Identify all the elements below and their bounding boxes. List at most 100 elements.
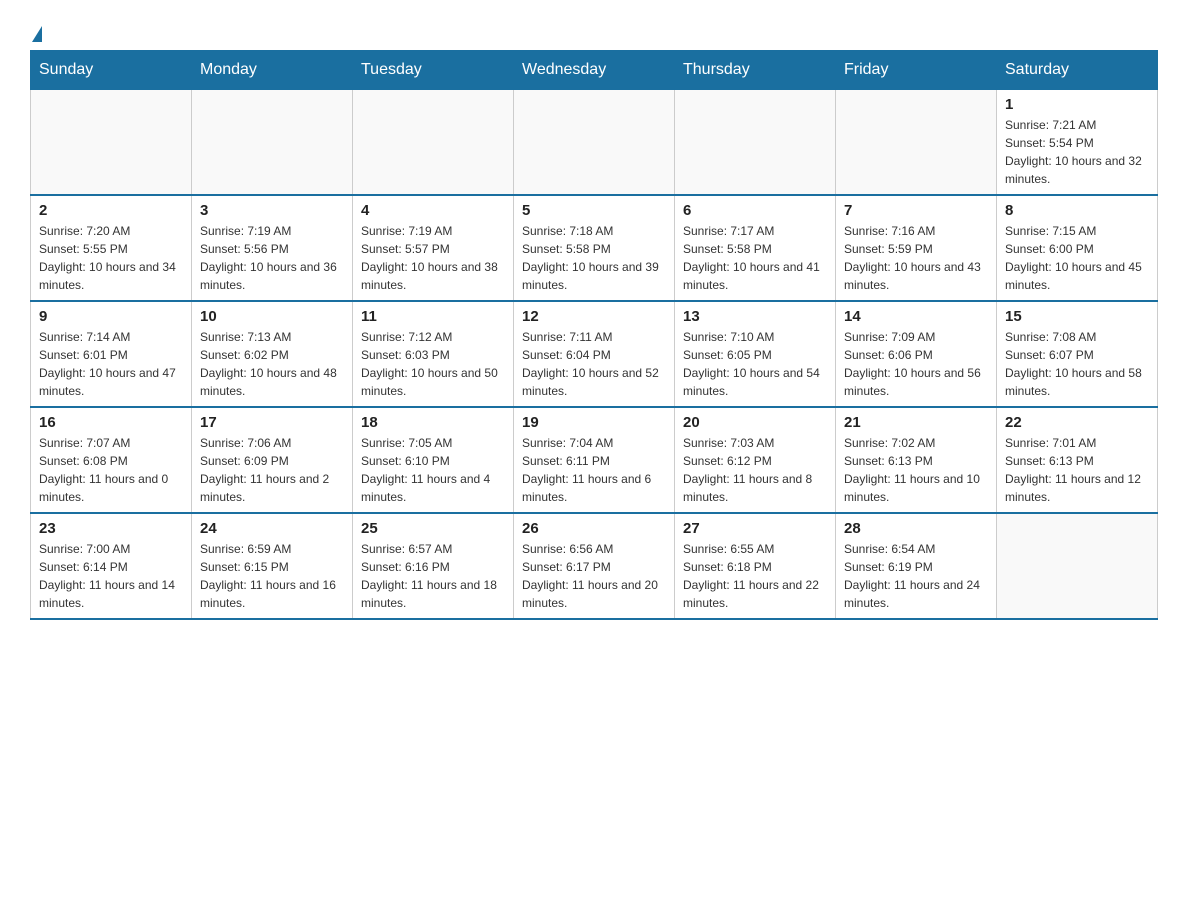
- calendar-cell: 17Sunrise: 7:06 AMSunset: 6:09 PMDayligh…: [192, 407, 353, 513]
- day-number: 3: [200, 202, 344, 219]
- weekday-header-row: SundayMondayTuesdayWednesdayThursdayFrid…: [31, 51, 1158, 90]
- calendar-cell: 25Sunrise: 6:57 AMSunset: 6:16 PMDayligh…: [353, 513, 514, 619]
- calendar-week-row: 1 Sunrise: 7:21 AMSunset: 5:54 PMDaylight…: [31, 90, 1158, 196]
- page-header: [30, 20, 1158, 40]
- calendar-cell: 9 Sunrise: 7:14 AMSunset: 6:01 PMDaylight…: [31, 301, 192, 407]
- calendar-cell: 14 Sunrise: 7:09 AMSunset: 6:06 PMDayligh…: [836, 301, 997, 407]
- header-wednesday: Wednesday: [514, 51, 675, 90]
- day-sun-info: Sunrise: 7:11 AMSunset: 6:04 PMDaylight:…: [522, 328, 666, 400]
- day-number: 5: [522, 202, 666, 219]
- calendar-week-row: 9 Sunrise: 7:14 AMSunset: 6:01 PMDaylight…: [31, 301, 1158, 407]
- calendar-cell: 2 Sunrise: 7:20 AMSunset: 5:55 PMDaylight…: [31, 195, 192, 301]
- calendar-cell: 20 Sunrise: 7:03 AMSunset: 6:12 PMDayligh…: [675, 407, 836, 513]
- calendar-week-row: 23 Sunrise: 7:00 AMSunset: 6:14 PMDayligh…: [31, 513, 1158, 619]
- day-sun-info: Sunrise: 7:17 AMSunset: 5:58 PMDaylight:…: [683, 222, 827, 294]
- day-sun-info: Sunrise: 7:13 AMSunset: 6:02 PMDaylight:…: [200, 328, 344, 400]
- calendar-cell: 6 Sunrise: 7:17 AMSunset: 5:58 PMDaylight…: [675, 195, 836, 301]
- day-sun-info: Sunrise: 7:15 AMSunset: 6:00 PMDaylight:…: [1005, 222, 1149, 294]
- day-number: 18: [361, 414, 505, 431]
- calendar-cell: 11Sunrise: 7:12 AMSunset: 6:03 PMDayligh…: [353, 301, 514, 407]
- day-sun-info: Sunrise: 7:12 AMSunset: 6:03 PMDaylight:…: [361, 328, 505, 400]
- day-sun-info: Sunrise: 7:08 AMSunset: 6:07 PMDaylight:…: [1005, 328, 1149, 400]
- day-sun-info: Sunrise: 6:54 AMSunset: 6:19 PMDaylight:…: [844, 540, 988, 612]
- day-number: 22: [1005, 414, 1149, 431]
- calendar-week-row: 2 Sunrise: 7:20 AMSunset: 5:55 PMDaylight…: [31, 195, 1158, 301]
- day-number: 14: [844, 308, 988, 325]
- calendar-week-row: 16 Sunrise: 7:07 AMSunset: 6:08 PMDayligh…: [31, 407, 1158, 513]
- day-sun-info: Sunrise: 7:14 AMSunset: 6:01 PMDaylight:…: [39, 328, 183, 400]
- logo: [30, 20, 42, 40]
- header-saturday: Saturday: [997, 51, 1158, 90]
- day-sun-info: Sunrise: 7:06 AMSunset: 6:09 PMDaylight:…: [200, 434, 344, 506]
- header-friday: Friday: [836, 51, 997, 90]
- calendar-cell: [31, 90, 192, 196]
- day-sun-info: Sunrise: 7:05 AMSunset: 6:10 PMDaylight:…: [361, 434, 505, 506]
- calendar-body: 1 Sunrise: 7:21 AMSunset: 5:54 PMDaylight…: [31, 90, 1158, 620]
- day-sun-info: Sunrise: 7:00 AMSunset: 6:14 PMDaylight:…: [39, 540, 183, 612]
- calendar-cell: 16 Sunrise: 7:07 AMSunset: 6:08 PMDayligh…: [31, 407, 192, 513]
- day-number: 24: [200, 520, 344, 537]
- day-sun-info: Sunrise: 7:03 AMSunset: 6:12 PMDaylight:…: [683, 434, 827, 506]
- calendar-cell: 26Sunrise: 6:56 AMSunset: 6:17 PMDayligh…: [514, 513, 675, 619]
- calendar-header: SundayMondayTuesdayWednesdayThursdayFrid…: [31, 51, 1158, 90]
- calendar-cell: 13 Sunrise: 7:10 AMSunset: 6:05 PMDayligh…: [675, 301, 836, 407]
- day-number: 21: [844, 414, 988, 431]
- calendar-table: SundayMondayTuesdayWednesdayThursdayFrid…: [30, 50, 1158, 620]
- day-sun-info: Sunrise: 7:10 AMSunset: 6:05 PMDaylight:…: [683, 328, 827, 400]
- calendar-cell: 24 Sunrise: 6:59 AMSunset: 6:15 PMDayligh…: [192, 513, 353, 619]
- calendar-cell: 4Sunrise: 7:19 AMSunset: 5:57 PMDaylight…: [353, 195, 514, 301]
- day-sun-info: Sunrise: 7:01 AMSunset: 6:13 PMDaylight:…: [1005, 434, 1149, 506]
- calendar-cell: 15 Sunrise: 7:08 AMSunset: 6:07 PMDayligh…: [997, 301, 1158, 407]
- day-sun-info: Sunrise: 7:02 AMSunset: 6:13 PMDaylight:…: [844, 434, 988, 506]
- header-monday: Monday: [192, 51, 353, 90]
- day-number: 4: [361, 202, 505, 219]
- day-sun-info: Sunrise: 7:07 AMSunset: 6:08 PMDaylight:…: [39, 434, 183, 506]
- day-sun-info: Sunrise: 7:16 AMSunset: 5:59 PMDaylight:…: [844, 222, 988, 294]
- calendar-cell: 8 Sunrise: 7:15 AMSunset: 6:00 PMDaylight…: [997, 195, 1158, 301]
- calendar-cell: 23 Sunrise: 7:00 AMSunset: 6:14 PMDayligh…: [31, 513, 192, 619]
- day-number: 10: [200, 308, 344, 325]
- day-number: 20: [683, 414, 827, 431]
- calendar-cell: 1 Sunrise: 7:21 AMSunset: 5:54 PMDaylight…: [997, 90, 1158, 196]
- day-number: 6: [683, 202, 827, 219]
- day-number: 13: [683, 308, 827, 325]
- header-thursday: Thursday: [675, 51, 836, 90]
- calendar-cell: 3 Sunrise: 7:19 AMSunset: 5:56 PMDaylight…: [192, 195, 353, 301]
- day-number: 19: [522, 414, 666, 431]
- day-sun-info: Sunrise: 7:20 AMSunset: 5:55 PMDaylight:…: [39, 222, 183, 294]
- day-number: 2: [39, 202, 183, 219]
- calendar-cell: 18 Sunrise: 7:05 AMSunset: 6:10 PMDayligh…: [353, 407, 514, 513]
- day-number: 25: [361, 520, 505, 537]
- calendar-cell: 19 Sunrise: 7:04 AMSunset: 6:11 PMDayligh…: [514, 407, 675, 513]
- day-number: 1: [1005, 96, 1149, 113]
- day-sun-info: Sunrise: 7:04 AMSunset: 6:11 PMDaylight:…: [522, 434, 666, 506]
- day-sun-info: Sunrise: 7:18 AMSunset: 5:58 PMDaylight:…: [522, 222, 666, 294]
- calendar-cell: [675, 90, 836, 196]
- calendar-cell: 21 Sunrise: 7:02 AMSunset: 6:13 PMDayligh…: [836, 407, 997, 513]
- day-sun-info: Sunrise: 6:59 AMSunset: 6:15 PMDaylight:…: [200, 540, 344, 612]
- day-number: 15: [1005, 308, 1149, 325]
- day-number: 8: [1005, 202, 1149, 219]
- calendar-cell: 7 Sunrise: 7:16 AMSunset: 5:59 PMDaylight…: [836, 195, 997, 301]
- calendar-cell: [836, 90, 997, 196]
- logo-triangle-icon: [32, 26, 42, 42]
- calendar-cell: 10 Sunrise: 7:13 AMSunset: 6:02 PMDayligh…: [192, 301, 353, 407]
- day-sun-info: Sunrise: 7:21 AMSunset: 5:54 PMDaylight:…: [1005, 116, 1149, 188]
- day-sun-info: Sunrise: 6:55 AMSunset: 6:18 PMDaylight:…: [683, 540, 827, 612]
- day-number: 12: [522, 308, 666, 325]
- day-number: 16: [39, 414, 183, 431]
- day-number: 23: [39, 520, 183, 537]
- calendar-cell: 28 Sunrise: 6:54 AMSunset: 6:19 PMDayligh…: [836, 513, 997, 619]
- day-number: 27: [683, 520, 827, 537]
- day-sun-info: Sunrise: 7:09 AMSunset: 6:06 PMDaylight:…: [844, 328, 988, 400]
- calendar-cell: 27 Sunrise: 6:55 AMSunset: 6:18 PMDayligh…: [675, 513, 836, 619]
- calendar-cell: 12 Sunrise: 7:11 AMSunset: 6:04 PMDayligh…: [514, 301, 675, 407]
- day-number: 9: [39, 308, 183, 325]
- day-sun-info: Sunrise: 7:19 AMSunset: 5:56 PMDaylight:…: [200, 222, 344, 294]
- day-number: 28: [844, 520, 988, 537]
- calendar-cell: [353, 90, 514, 196]
- header-tuesday: Tuesday: [353, 51, 514, 90]
- header-sunday: Sunday: [31, 51, 192, 90]
- day-number: 26: [522, 520, 666, 537]
- day-number: 7: [844, 202, 988, 219]
